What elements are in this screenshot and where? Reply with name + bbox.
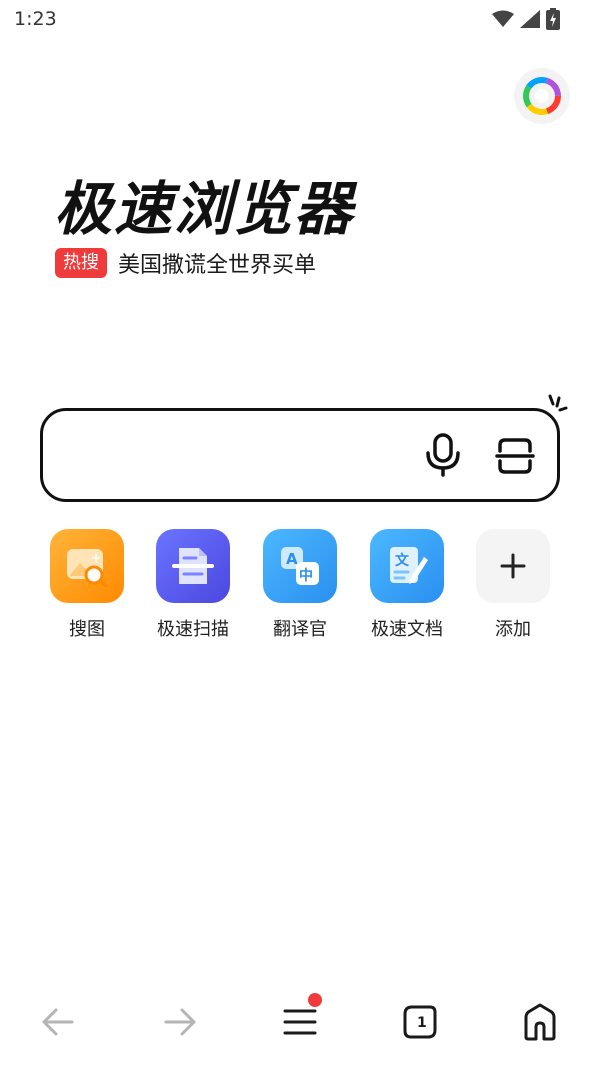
search-box[interactable]	[40, 408, 560, 502]
quick-action-image-search[interactable]: 搜图	[42, 529, 132, 641]
menu-button[interactable]	[270, 990, 330, 1054]
hot-search-topic[interactable]: 美国撒谎全世界买单	[118, 247, 316, 279]
bottom-navigation-bar: 1	[0, 990, 600, 1054]
home-button[interactable]	[510, 990, 570, 1054]
document-edit-icon: 文	[370, 529, 444, 603]
back-button[interactable]	[28, 990, 88, 1054]
cellular-signal-icon	[520, 10, 540, 28]
home-icon	[524, 1003, 556, 1041]
wifi-icon	[492, 10, 514, 27]
color-swirl-icon	[523, 77, 561, 115]
assistant-orb-button[interactable]	[514, 68, 570, 124]
microphone-icon	[426, 433, 460, 477]
status-bar: 1:23	[0, 0, 600, 40]
hot-search-badge: 热搜	[55, 248, 107, 278]
quick-action-label: 翻译官	[273, 619, 327, 640]
battery-charging-icon	[546, 8, 560, 30]
tab-count: 1	[417, 1015, 427, 1031]
quick-action-label: 搜图	[69, 619, 105, 640]
translate-icon: A 中	[263, 529, 337, 603]
image-search-icon	[50, 529, 124, 603]
forward-arrow-icon	[164, 1008, 196, 1036]
tabs-button[interactable]: 1	[390, 990, 450, 1054]
quick-action-label: 添加	[495, 619, 531, 640]
brand-title: 极速浏览器	[54, 175, 355, 243]
quick-action-translator[interactable]: A 中 翻译官	[255, 529, 345, 641]
forward-button[interactable]	[150, 990, 210, 1054]
notification-dot	[308, 993, 322, 1007]
menu-icon	[283, 1009, 317, 1035]
quick-action-fast-scan[interactable]: 极速扫描	[148, 529, 238, 641]
status-icons	[492, 8, 560, 30]
search-input[interactable]	[67, 429, 411, 481]
browser-home-screen: 1:23 极速浏览器 热搜 美国撒谎全世界买单 搜图 极速扫描 A 中 翻译官 …	[0, 0, 600, 1066]
svg-text:中: 中	[299, 567, 313, 584]
svg-text:文: 文	[395, 552, 410, 569]
quick-action-label: 极速扫描	[157, 619, 229, 640]
scan-icon	[495, 438, 535, 474]
status-time: 1:23	[14, 8, 57, 30]
hot-search-row[interactable]: 热搜 美国撒谎全世界买单	[55, 247, 316, 279]
quick-action-label: 极速文档	[371, 619, 443, 640]
quick-action-fast-docs[interactable]: 文 极速文档	[362, 529, 452, 641]
document-scan-icon	[156, 529, 230, 603]
plus-icon	[476, 529, 550, 603]
scan-button[interactable]	[495, 437, 535, 475]
voice-search-button[interactable]	[423, 433, 463, 477]
back-arrow-icon	[42, 1008, 74, 1036]
svg-text:A: A	[286, 550, 298, 568]
quick-action-add[interactable]: 添加	[468, 529, 558, 641]
